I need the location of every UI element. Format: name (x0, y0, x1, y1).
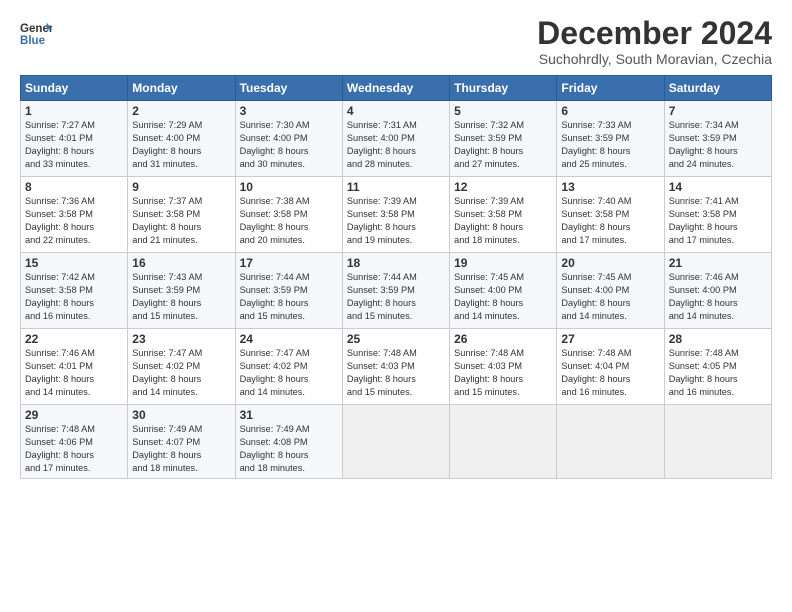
table-row: 8Sunrise: 7:36 AM Sunset: 3:58 PM Daylig… (21, 177, 128, 253)
table-row (664, 405, 771, 479)
table-row: 27Sunrise: 7:48 AM Sunset: 4:04 PM Dayli… (557, 329, 664, 405)
table-row: 2Sunrise: 7:29 AM Sunset: 4:00 PM Daylig… (128, 101, 235, 177)
table-row: 22Sunrise: 7:46 AM Sunset: 4:01 PM Dayli… (21, 329, 128, 405)
table-row: 3Sunrise: 7:30 AM Sunset: 4:00 PM Daylig… (235, 101, 342, 177)
col-tuesday: Tuesday (235, 76, 342, 101)
header-row: Sunday Monday Tuesday Wednesday Thursday… (21, 76, 772, 101)
table-row: 1Sunrise: 7:27 AM Sunset: 4:01 PM Daylig… (21, 101, 128, 177)
title-block: December 2024 Suchohrdly, South Moravian… (537, 16, 772, 67)
table-row (450, 405, 557, 479)
table-row: 10Sunrise: 7:38 AM Sunset: 3:58 PM Dayli… (235, 177, 342, 253)
table-row: 12Sunrise: 7:39 AM Sunset: 3:58 PM Dayli… (450, 177, 557, 253)
calendar-table: Sunday Monday Tuesday Wednesday Thursday… (20, 75, 772, 479)
table-row: 23Sunrise: 7:47 AM Sunset: 4:02 PM Dayli… (128, 329, 235, 405)
month-title: December 2024 (537, 16, 772, 51)
col-saturday: Saturday (664, 76, 771, 101)
col-monday: Monday (128, 76, 235, 101)
table-row: 11Sunrise: 7:39 AM Sunset: 3:58 PM Dayli… (342, 177, 449, 253)
table-row: 16Sunrise: 7:43 AM Sunset: 3:59 PM Dayli… (128, 253, 235, 329)
table-row: 18Sunrise: 7:44 AM Sunset: 3:59 PM Dayli… (342, 253, 449, 329)
table-row: 13Sunrise: 7:40 AM Sunset: 3:58 PM Dayli… (557, 177, 664, 253)
svg-text:Blue: Blue (20, 35, 46, 47)
calendar-page: General Blue December 2024 Suchohrdly, S… (0, 0, 792, 612)
table-row: 31Sunrise: 7:49 AM Sunset: 4:08 PM Dayli… (235, 405, 342, 479)
table-row: 26Sunrise: 7:48 AM Sunset: 4:03 PM Dayli… (450, 329, 557, 405)
table-row: 19Sunrise: 7:45 AM Sunset: 4:00 PM Dayli… (450, 253, 557, 329)
logo-icon: General Blue (20, 20, 52, 48)
table-row: 17Sunrise: 7:44 AM Sunset: 3:59 PM Dayli… (235, 253, 342, 329)
table-row: 30Sunrise: 7:49 AM Sunset: 4:07 PM Dayli… (128, 405, 235, 479)
table-row (557, 405, 664, 479)
logo: General Blue (20, 20, 56, 48)
table-row: 7Sunrise: 7:34 AM Sunset: 3:59 PM Daylig… (664, 101, 771, 177)
header: General Blue December 2024 Suchohrdly, S… (20, 16, 772, 67)
table-row: 5Sunrise: 7:32 AM Sunset: 3:59 PM Daylig… (450, 101, 557, 177)
table-row: 4Sunrise: 7:31 AM Sunset: 4:00 PM Daylig… (342, 101, 449, 177)
col-sunday: Sunday (21, 76, 128, 101)
table-row (342, 405, 449, 479)
subtitle: Suchohrdly, South Moravian, Czechia (537, 51, 772, 67)
table-row: 15Sunrise: 7:42 AM Sunset: 3:58 PM Dayli… (21, 253, 128, 329)
table-row: 20Sunrise: 7:45 AM Sunset: 4:00 PM Dayli… (557, 253, 664, 329)
table-row: 28Sunrise: 7:48 AM Sunset: 4:05 PM Dayli… (664, 329, 771, 405)
table-row: 6Sunrise: 7:33 AM Sunset: 3:59 PM Daylig… (557, 101, 664, 177)
table-row: 25Sunrise: 7:48 AM Sunset: 4:03 PM Dayli… (342, 329, 449, 405)
table-row: 21Sunrise: 7:46 AM Sunset: 4:00 PM Dayli… (664, 253, 771, 329)
table-row: 9Sunrise: 7:37 AM Sunset: 3:58 PM Daylig… (128, 177, 235, 253)
table-row: 24Sunrise: 7:47 AM Sunset: 4:02 PM Dayli… (235, 329, 342, 405)
table-row: 29Sunrise: 7:48 AM Sunset: 4:06 PM Dayli… (21, 405, 128, 479)
col-thursday: Thursday (450, 76, 557, 101)
table-row: 14Sunrise: 7:41 AM Sunset: 3:58 PM Dayli… (664, 177, 771, 253)
col-wednesday: Wednesday (342, 76, 449, 101)
col-friday: Friday (557, 76, 664, 101)
